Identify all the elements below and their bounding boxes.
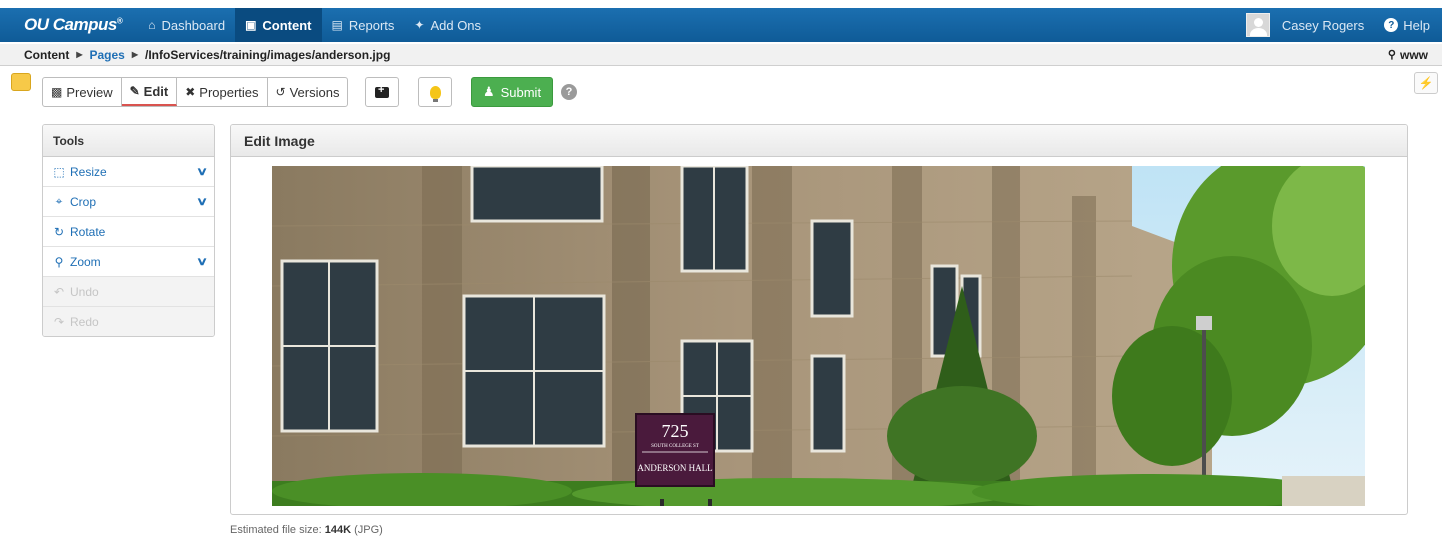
pin-icon: ✦ — [414, 18, 425, 32]
history-icon: ↺ — [275, 85, 286, 99]
pencil-icon: ✎ — [129, 84, 140, 98]
undo-label: Undo — [70, 284, 99, 299]
edit-image-title: Edit Image — [231, 125, 1407, 157]
help-link[interactable]: ? Help — [1384, 18, 1430, 33]
site-name: www — [1399, 47, 1428, 62]
tips-button[interactable] — [418, 77, 452, 107]
chevron-right-icon: ▶ — [76, 50, 83, 59]
ou-campus-logo[interactable]: OU Campus® — [24, 15, 123, 35]
nav-dashboard-label: Dashboard — [161, 17, 226, 33]
undo-icon: ↶ — [53, 284, 65, 299]
breadcrumb: Content ▶ Pages ▶ /InfoServices/training… — [0, 44, 1442, 66]
preview-label: Preview — [66, 84, 113, 100]
home-icon: ⌂ — [148, 18, 156, 32]
nav-content-label: Content — [262, 17, 312, 33]
preview-button[interactable]: ▩ Preview — [43, 78, 122, 106]
versions-button[interactable]: ↺ Versions — [268, 78, 348, 106]
zoom-tool[interactable]: ⚲ Zoom ∨ — [43, 247, 214, 277]
filesize-format: (JPG) — [354, 524, 383, 536]
user-name[interactable]: Casey Rogers — [1282, 18, 1364, 33]
tools-icon: ✖ — [185, 85, 196, 99]
user-avatar[interactable] — [1245, 13, 1270, 37]
filesize-prefix: Estimated file size: — [230, 524, 322, 536]
edit-label: Edit — [143, 83, 169, 99]
filesize-value: 144K — [324, 524, 352, 536]
add-file-icon — [375, 84, 389, 98]
user-icon: ♟ — [482, 84, 495, 99]
redo-tool[interactable]: ↷ Redo — [43, 307, 214, 336]
estimated-file-size: Estimated file size: 144K (JPG) — [230, 524, 383, 536]
resize-label: Resize — [70, 164, 107, 179]
nav-reports-label: Reports — [348, 17, 395, 33]
rotate-label: Rotate — [70, 224, 106, 239]
versions-label: Versions — [289, 84, 340, 100]
chevron-down-icon[interactable]: ∨ — [196, 195, 208, 208]
monitor-icon: ▩ — [51, 85, 63, 99]
properties-label: Properties — [199, 84, 259, 100]
rotate-icon: ↻ — [53, 224, 65, 239]
breadcrumb-content[interactable]: Content — [24, 48, 69, 62]
lightbulb-icon — [429, 85, 441, 102]
breadcrumb-pages[interactable]: Pages — [89, 48, 124, 62]
site-indicator[interactable]: ⚲ www — [1388, 48, 1428, 62]
submit-button[interactable]: ♟ Submit — [471, 77, 553, 107]
zoom-icon: ⚲ — [54, 254, 64, 269]
tools-panel-title: Tools — [43, 125, 214, 157]
sticky-note-icon[interactable] — [11, 73, 31, 91]
image-canvas[interactable]: 725 SOUTH COLLEGE ST ANDERSON HALL — [272, 166, 1365, 506]
nav-add-ons-label: Add Ons — [430, 17, 482, 33]
nav-reports[interactable]: ▤ Reports — [322, 8, 405, 42]
chevron-down-icon[interactable]: ∨ — [196, 165, 208, 178]
new-file-button[interactable] — [365, 77, 399, 107]
rotate-tool[interactable]: ↻ Rotate — [43, 217, 214, 247]
breadcrumb-file-path: /InfoServices/training/images/anderson.j… — [145, 47, 391, 62]
question-circle-icon[interactable]: ? — [561, 84, 577, 100]
nav-dashboard[interactable]: ⌂ Dashboard — [138, 8, 235, 42]
top-navigation-bar: OU Campus® ⌂ Dashboard ▣ Content ▤ Repor… — [0, 8, 1442, 42]
crop-icon: ⌖ — [55, 194, 63, 208]
clipboard-icon: ▤ — [331, 18, 343, 32]
edit-button[interactable]: ✎ Edit — [121, 78, 178, 106]
sign-street: SOUTH COLLEGE ST — [651, 444, 699, 449]
resize-tool[interactable]: ⬚ Resize ∨ — [43, 157, 214, 187]
resize-icon: ⬚ — [53, 164, 65, 179]
redo-label: Redo — [70, 315, 99, 329]
nav-add-ons[interactable]: ✦ Add Ons — [404, 8, 491, 42]
building-photo: 725 SOUTH COLLEGE ST ANDERSON HALL — [272, 166, 1365, 506]
crop-tool[interactable]: ⌖ Crop ∨ — [43, 187, 214, 217]
chevron-right-icon: ▶ — [131, 50, 138, 59]
help-icon: ? — [1384, 18, 1399, 32]
redo-icon: ↷ — [53, 315, 65, 329]
zoom-label: Zoom — [70, 254, 101, 269]
folder-icon: ▣ — [245, 18, 257, 32]
crop-label: Crop — [70, 194, 97, 209]
sign-number: 725 — [662, 421, 689, 441]
properties-button[interactable]: ✖ Properties — [177, 78, 268, 106]
chevron-down-icon[interactable]: ∨ — [196, 255, 208, 268]
undo-tool[interactable]: ↶ Undo — [43, 277, 214, 307]
tools-panel: Tools ⬚ Resize ∨ ⌖ Crop ∨ ↻ Rotate ⚲ Zoo… — [42, 124, 215, 337]
help-label: Help — [1403, 17, 1430, 33]
plug-icon[interactable]: ⚡ — [1414, 72, 1438, 94]
view-mode-button-group: ▩ Preview ✎ Edit ✖ Properties ↺ Versions — [42, 77, 349, 107]
nav-content[interactable]: ▣ Content — [235, 8, 322, 42]
submit-label: Submit — [500, 84, 542, 100]
edit-image-panel: Edit Image 725 SOUTH COLLEGE ST ANDERSON… — [230, 124, 1408, 515]
sign-name: ANDERSON HALL — [637, 463, 712, 473]
map-marker-icon: ⚲ — [1387, 49, 1396, 61]
